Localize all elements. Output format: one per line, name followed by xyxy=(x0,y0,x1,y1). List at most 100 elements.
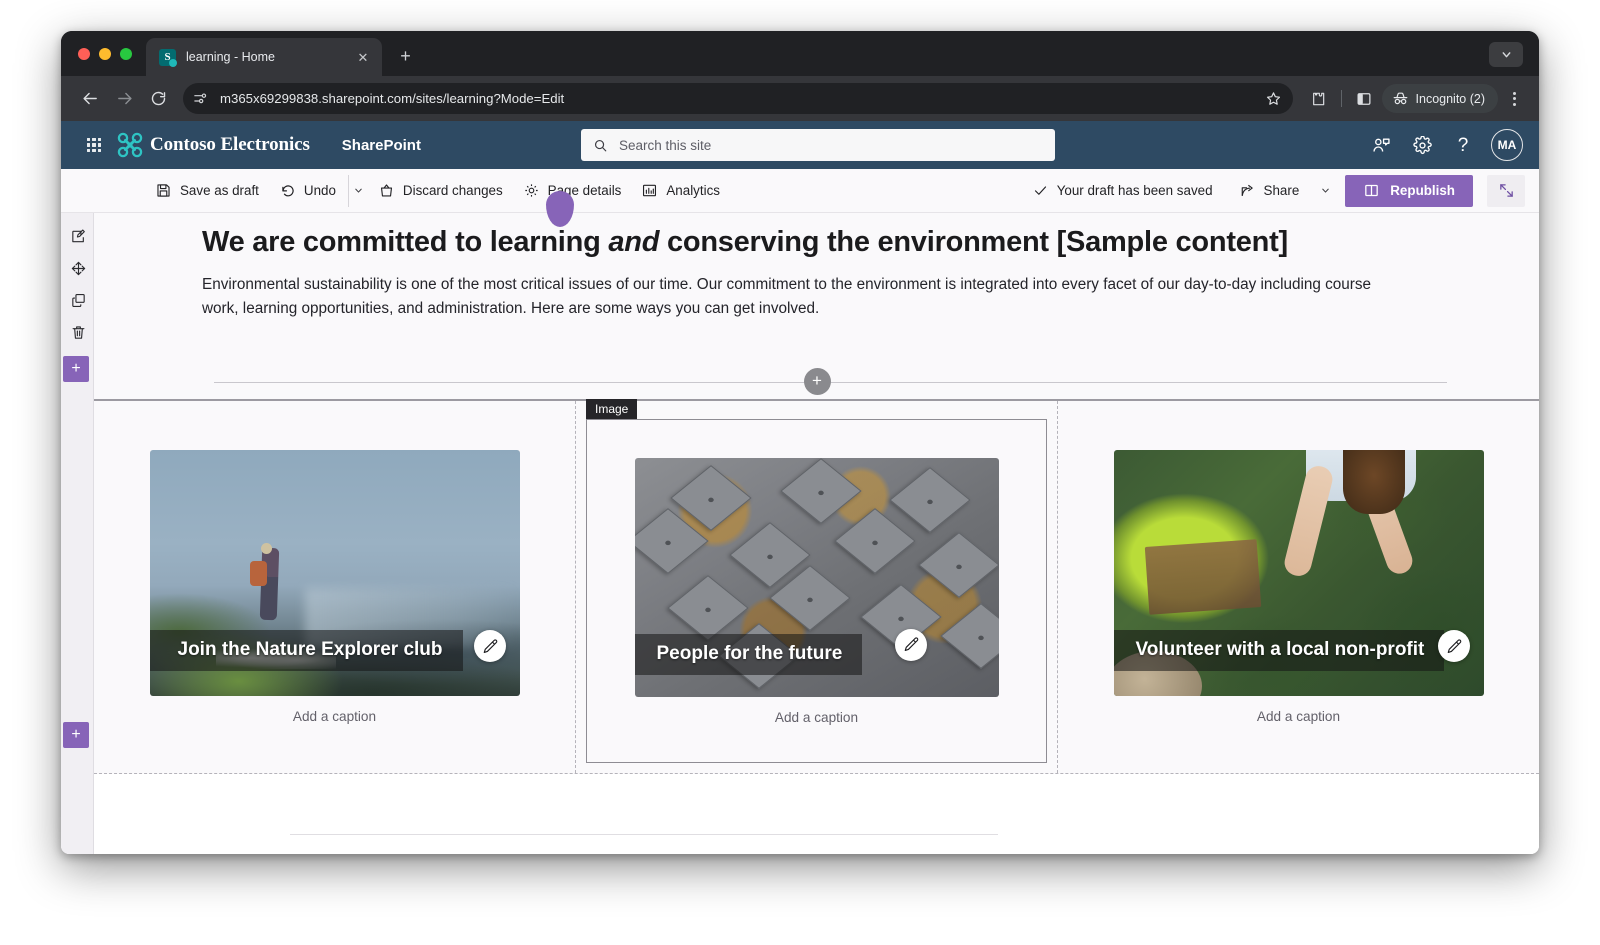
discard-changes-button[interactable]: Discard changes xyxy=(368,175,513,207)
delete-section-icon[interactable] xyxy=(67,321,89,343)
close-icon[interactable]: ✕ xyxy=(353,47,373,67)
share-dropdown-caret[interactable] xyxy=(1315,175,1335,207)
pencil-icon[interactable] xyxy=(894,628,927,661)
window-controls xyxy=(78,48,132,60)
image-caption[interactable]: Add a caption xyxy=(150,709,520,724)
page-title[interactable]: We are committed to learning and conserv… xyxy=(202,225,1449,259)
image-column-1[interactable]: Join the Nature Explorer club Add a capt… xyxy=(94,401,576,773)
minimize-window-button[interactable] xyxy=(99,48,111,60)
share-label: Share xyxy=(1263,183,1300,198)
chevron-down-icon[interactable] xyxy=(1489,42,1523,67)
brand-name: Contoso Electronics xyxy=(150,134,310,155)
share-button[interactable]: Share xyxy=(1229,175,1310,207)
image-column-3[interactable]: Volunteer with a local non-profit Add a … xyxy=(1058,401,1539,773)
tab-strip: S learning - Home ✕ + xyxy=(61,31,1539,76)
section-toolbar-rail: + + xyxy=(61,213,94,854)
search-input[interactable]: Search this site xyxy=(580,129,1055,161)
puzzle-icon[interactable] xyxy=(1304,84,1333,113)
republish-button[interactable]: Republish xyxy=(1345,174,1473,207)
card-title[interactable]: People for the future xyxy=(634,633,863,675)
search-icon xyxy=(594,139,607,151)
maximize-window-button[interactable] xyxy=(120,48,132,60)
back-arrow-icon[interactable] xyxy=(75,83,106,114)
command-label: Undo xyxy=(303,183,336,198)
incognito-label: Incognito (2) xyxy=(1415,91,1485,106)
chevron-down-icon xyxy=(355,188,362,193)
republish-label: Republish xyxy=(1390,183,1455,198)
add-section-inline-button[interactable]: + xyxy=(803,368,831,395)
pencil-icon[interactable] xyxy=(473,630,506,662)
sharepoint-favicon: S xyxy=(159,48,177,67)
selected-webpart-frame[interactable]: People for the future Add a caption xyxy=(586,419,1047,763)
app-name-label: SharePoint xyxy=(341,136,421,154)
graduation-caps-photo[interactable]: People for the future xyxy=(634,457,999,697)
undo-icon xyxy=(282,185,294,197)
gear-icon[interactable] xyxy=(1405,128,1439,162)
page-title-part1: We are committed to learning xyxy=(202,226,609,258)
address-bar[interactable]: m365x69299838.sharepoint.com/sites/learn… xyxy=(183,83,1293,114)
command-label: Discard changes xyxy=(402,183,503,198)
feedback-icon[interactable] xyxy=(1364,128,1398,162)
edit-section-icon[interactable] xyxy=(67,225,89,247)
page-title-part2: conserving the environment [Sample conte… xyxy=(659,226,1288,258)
image-column-2[interactable]: Image People for the future Add a captio… xyxy=(576,399,1058,773)
gear-icon xyxy=(525,184,538,197)
save-as-draft-button[interactable]: Save as draft xyxy=(145,175,269,207)
card-title[interactable]: Volunteer with a local non-profit xyxy=(1113,630,1445,671)
add-section-button-bottom[interactable]: + xyxy=(63,722,89,748)
undo-dropdown-caret[interactable] xyxy=(347,174,368,207)
question-mark-icon[interactable]: ? xyxy=(1446,128,1480,162)
image-section: Join the Nature Explorer club Add a capt… xyxy=(94,399,1539,774)
move-section-icon[interactable] xyxy=(67,257,89,279)
comments-section: Comments Off xyxy=(94,774,1539,854)
analytics-button[interactable]: Analytics xyxy=(631,175,730,207)
duplicate-section-icon[interactable] xyxy=(67,289,89,311)
chevron-down-icon xyxy=(1322,188,1329,193)
search-placeholder: Search this site xyxy=(618,137,712,153)
discard-icon xyxy=(380,184,392,197)
new-tab-button[interactable]: + xyxy=(394,46,417,69)
tab-title: learning - Home xyxy=(186,50,275,64)
reload-icon[interactable] xyxy=(143,83,174,114)
collapse-button[interactable] xyxy=(1487,174,1525,207)
save-icon xyxy=(157,184,170,197)
forward-arrow-icon[interactable] xyxy=(109,83,140,114)
save-status-text: Your draft has been saved xyxy=(1056,183,1213,198)
drop-target-marker xyxy=(546,191,574,227)
add-section-button-top[interactable]: + xyxy=(63,356,89,382)
publish-icon xyxy=(1365,184,1379,197)
text-section[interactable]: We are committed to learning and conserv… xyxy=(94,191,1539,365)
contoso-propeller-logo xyxy=(117,132,143,158)
harvesting-vegetables-garden-photo[interactable]: Volunteer with a local non-profit xyxy=(1113,450,1484,696)
suite-bar-actions: ? MA xyxy=(1364,128,1523,162)
close-window-button[interactable] xyxy=(78,48,90,60)
image-card[interactable]: People for the future Add a caption xyxy=(634,457,999,725)
app-launcher-icon[interactable] xyxy=(75,137,113,153)
save-status: Your draft has been saved xyxy=(1027,183,1225,198)
side-panel-icon[interactable] xyxy=(1350,84,1379,113)
pencil-icon[interactable] xyxy=(1437,630,1470,662)
avatar[interactable]: MA xyxy=(1491,129,1523,161)
image-card[interactable]: Join the Nature Explorer club Add a capt… xyxy=(149,450,520,724)
undo-button[interactable]: Undo xyxy=(269,175,346,207)
image-caption[interactable]: Add a caption xyxy=(635,710,999,725)
check-icon xyxy=(1034,186,1046,195)
card-title[interactable]: Join the Nature Explorer club xyxy=(149,630,463,671)
kebab-menu-icon[interactable] xyxy=(1501,91,1527,106)
site-settings-icon[interactable] xyxy=(187,85,214,112)
command-bar-right: Your draft has been saved Share Republis… xyxy=(1027,174,1525,207)
page-viewport: Contoso Electronics SharePoint Search th… xyxy=(61,121,1539,854)
image-caption[interactable]: Add a caption xyxy=(1114,709,1484,724)
comments-divider xyxy=(290,834,998,835)
incognito-indicator[interactable]: Incognito (2) xyxy=(1381,84,1498,113)
browser-tab[interactable]: S learning - Home ✕ xyxy=(146,38,382,76)
image-card[interactable]: Volunteer with a local non-profit Add a … xyxy=(1113,450,1484,724)
analytics-icon xyxy=(643,184,657,197)
command-bar: Save as draft Undo Discard changes Page … xyxy=(61,169,1539,213)
page-body-text[interactable]: Environmental sustainability is one of t… xyxy=(202,273,1382,320)
site-brand[interactable]: Contoso Electronics xyxy=(117,132,310,158)
divider-line xyxy=(214,382,1447,383)
hiker-on-mountain-ridge-photo[interactable]: Join the Nature Explorer club xyxy=(149,450,520,696)
section-divider: + xyxy=(94,365,1539,399)
star-icon[interactable] xyxy=(1261,86,1287,112)
